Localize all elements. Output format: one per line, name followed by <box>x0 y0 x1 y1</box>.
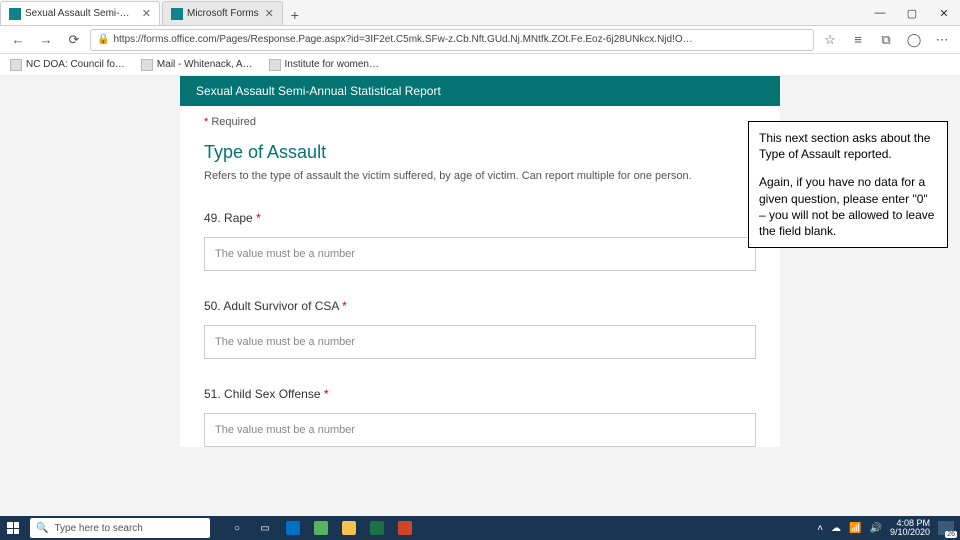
maximize-button[interactable]: ▢ <box>896 1 928 25</box>
notification-count: 26 <box>945 531 957 538</box>
star-icon[interactable]: ☆ <box>818 28 842 52</box>
clock-date: 9/10/2020 <box>890 528 930 537</box>
question-block: 49. Rape * The value must be a number <box>204 211 756 271</box>
bookmark-label: Institute for women… <box>285 59 379 70</box>
window-controls: — ▢ ✕ <box>864 1 960 25</box>
more-icon[interactable]: ⋯ <box>930 28 954 52</box>
search-placeholder: Type here to search <box>54 523 142 534</box>
number-input[interactable]: The value must be a number <box>204 325 756 359</box>
asterisk: * <box>256 211 261 225</box>
question-block: 51. Child Sex Offense * The value must b… <box>204 387 756 447</box>
tab-bar: Sexual Assault Semi-Annual Stati ✕ Micro… <box>0 0 960 26</box>
question-number: 49. <box>204 211 221 225</box>
bookmark-icon <box>269 59 281 71</box>
folder-icon <box>342 521 356 535</box>
windows-icon <box>7 522 19 534</box>
bookmark-item[interactable]: NC DOA: Council fo… <box>10 59 125 71</box>
onedrive-icon[interactable]: ☁ <box>831 523 841 534</box>
back-button[interactable]: ← <box>6 28 30 52</box>
tab-active[interactable]: Sexual Assault Semi-Annual Stati ✕ <box>0 1 160 25</box>
question-label: 51. Child Sex Offense * <box>204 387 756 401</box>
tab-label: Microsoft Forms <box>187 8 259 19</box>
question-text: Child Sex Offense <box>224 387 321 401</box>
tray-overflow-icon[interactable]: ˄ <box>817 523 823 534</box>
minimize-button[interactable]: — <box>864 1 896 25</box>
url-text: https://forms.office.com/Pages/Response.… <box>113 34 692 45</box>
address-bar[interactable]: 🔒 https://forms.office.com/Pages/Respons… <box>90 29 814 51</box>
close-icon[interactable]: ✕ <box>142 7 151 20</box>
question-number: 51. <box>204 387 221 401</box>
network-icon[interactable]: 📶 <box>849 523 861 534</box>
favorites-icon[interactable]: ≡ <box>846 28 870 52</box>
form-body: * Required Type of Assault Refers to the… <box>180 106 780 447</box>
bookmark-label: NC DOA: Council fo… <box>26 59 125 70</box>
asterisk: * <box>324 387 329 401</box>
task-view-button[interactable]: ▭ <box>252 516 278 540</box>
reload-button[interactable]: ⟳ <box>62 28 86 52</box>
callout-text: This next section asks about the Type of… <box>759 130 937 162</box>
form-title: Sexual Assault Semi-Annual Statistical R… <box>180 76 780 106</box>
required-note: * Required <box>204 116 756 128</box>
question-label: 50. Adult Survivor of CSA * <box>204 299 756 313</box>
powerpoint-app[interactable] <box>392 516 418 540</box>
question-text: Rape <box>224 211 253 225</box>
tab-inactive[interactable]: Microsoft Forms ✕ <box>162 1 283 25</box>
lock-icon: 🔒 <box>97 34 109 45</box>
outlook-app[interactable] <box>280 516 306 540</box>
asterisk: * <box>204 116 208 128</box>
forward-button[interactable]: → <box>34 28 58 52</box>
taskbar-apps: ○ ▭ <box>224 516 418 540</box>
form-card: Sexual Assault Semi-Annual Statistical R… <box>180 76 780 447</box>
bookmarks-bar: NC DOA: Council fo… Mail - Whitenack, A…… <box>0 54 960 76</box>
system-tray: ˄ ☁ 📶 🔊 4:08 PM 9/10/2020 26 <box>811 519 960 537</box>
outlook-icon <box>286 521 300 535</box>
clock[interactable]: 4:08 PM 9/10/2020 <box>890 519 930 537</box>
excel-app[interactable] <box>364 516 390 540</box>
edge-icon <box>314 521 328 535</box>
annotation-callout: This next section asks about the Type of… <box>748 121 948 248</box>
question-block: 50. Adult Survivor of CSA * The value mu… <box>204 299 756 359</box>
callout-text: Again, if you have no data for a given q… <box>759 174 937 239</box>
bookmark-icon <box>10 59 22 71</box>
cortana-button[interactable]: ○ <box>224 516 250 540</box>
number-input[interactable]: The value must be a number <box>204 237 756 271</box>
close-window-button[interactable]: ✕ <box>928 1 960 25</box>
notifications-button[interactable]: 26 <box>938 521 954 535</box>
powerpoint-icon <box>398 521 412 535</box>
page-content: Sexual Assault Semi-Annual Statistical R… <box>0 76 960 516</box>
section-description: Refers to the type of assault the victim… <box>204 169 756 183</box>
number-input[interactable]: The value must be a number <box>204 413 756 447</box>
required-label: Required <box>211 116 256 128</box>
edge-app[interactable] <box>308 516 334 540</box>
browser-window: Sexual Assault Semi-Annual Stati ✕ Micro… <box>0 0 960 516</box>
search-icon: 🔍 <box>36 523 48 534</box>
taskbar: 🔍 Type here to search ○ ▭ ˄ ☁ 📶 🔊 4:08 P… <box>0 516 960 540</box>
tab-label: Sexual Assault Semi-Annual Stati <box>25 8 136 19</box>
close-icon[interactable]: ✕ <box>265 7 274 20</box>
question-label: 49. Rape * <box>204 211 756 225</box>
start-button[interactable] <box>0 516 26 540</box>
section-title: Type of Assault <box>204 142 756 163</box>
bookmark-label: Mail - Whitenack, A… <box>157 59 253 70</box>
question-number: 50. <box>204 299 221 313</box>
forms-icon <box>171 8 183 20</box>
new-tab-button[interactable]: + <box>285 5 305 25</box>
question-text: Adult Survivor of CSA <box>223 299 338 313</box>
profile-icon[interactable]: ◯ <box>902 28 926 52</box>
bookmark-item[interactable]: Institute for women… <box>269 59 379 71</box>
nav-bar: ← → ⟳ 🔒 https://forms.office.com/Pages/R… <box>0 26 960 54</box>
bookmark-icon <box>141 59 153 71</box>
bookmark-item[interactable]: Mail - Whitenack, A… <box>141 59 253 71</box>
forms-icon <box>9 8 21 20</box>
explorer-app[interactable] <box>336 516 362 540</box>
asterisk: * <box>342 299 347 313</box>
volume-icon[interactable]: 🔊 <box>870 523 882 534</box>
taskbar-search[interactable]: 🔍 Type here to search <box>30 518 210 538</box>
extensions-icon[interactable]: ⧉ <box>874 28 898 52</box>
excel-icon <box>370 521 384 535</box>
